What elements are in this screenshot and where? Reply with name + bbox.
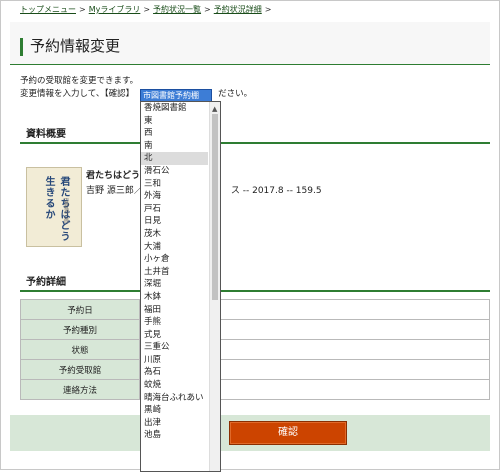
dropdown-option[interactable]: 黒崎 [141,404,208,417]
dropdown-option[interactable]: 池島 [141,429,208,442]
dropdown-option[interactable]: 南 [141,140,208,153]
dropdown-option[interactable]: 手熊 [141,316,208,329]
dropdown-option[interactable]: 出津 [141,417,208,430]
dropdown-scrollbar[interactable]: ▲ [209,102,220,471]
dropdown-option[interactable]: 外海 [141,190,208,203]
dropdown-option[interactable]: 川原 [141,354,208,367]
breadcrumb: トップメニュー > Myライブラリ > 予約状況一覧 > 予約状況詳細 > [20,4,274,15]
pickup-library-dropdown[interactable]: 香焼図書館東西南北滑石公 三和 外海 戸石 日見 茂木 大浦 小ヶ倉 土井首 深堀 木鉢 福田 手熊 式見… [140,101,221,472]
dropdown-option[interactable]: 日見 [141,215,208,228]
dropdown-option[interactable]: 北 [141,152,208,165]
dropdown-option[interactable]: 茂木 [141,228,208,241]
crumb-reservation-list[interactable]: 予約状況一覧 [153,5,201,14]
intro-text: 予約の受取館を変更できます。 変更情報を入力して、【確認】 ださい。 [20,75,252,101]
crumb-reservation-detail[interactable]: 予約状況詳細 [214,5,262,14]
book-meta-publisher: ス -- 2017.8 -- 159.5 [230,186,322,196]
dropdown-option[interactable]: 香焼図書館 [141,102,208,115]
book-meta-author: 吉野 源三郎／ [86,186,143,196]
title-accent-bar [20,38,23,56]
section-details: 予約詳細 [20,272,490,292]
dropdown-option[interactable]: 滑石公 [141,165,208,178]
dropdown-option[interactable]: 土井首 [141,266,208,279]
intro-line-2-end: ださい。 [218,89,253,99]
dropdown-option[interactable]: 大浦 [141,241,208,254]
details-table: 予約日 予約種別 状態 予約受取館 連絡方法 [20,299,490,400]
crumb-top-menu[interactable]: トップメニュー [20,5,76,14]
dropdown-option[interactable]: 福田 [141,304,208,317]
crumb-sep: > [204,5,211,14]
section-summary: 資料概要 [20,124,490,144]
section-summary-title: 資料概要 [26,129,66,140]
dropdown-option[interactable]: 式見 [141,329,208,342]
crumb-sep: > [79,5,86,14]
crumb-sep: > [264,5,272,14]
scroll-up-icon[interactable]: ▲ [212,105,217,113]
dropdown-option[interactable]: 西 [141,127,208,140]
scroll-thumb[interactable] [212,114,218,300]
intro-line-2-start: 変更情報を入力して、【確認】 [20,89,135,99]
intro-line-2: 変更情報を入力して、【確認】 ださい。 [20,88,252,101]
book-cover-author: 吉野源三郎 [63,198,69,223]
table-row: 予約日 [20,299,490,320]
confirm-button[interactable]: 確認 [229,421,347,445]
dropdown-option[interactable]: 三和 [141,178,208,191]
table-row: 予約種別 [20,319,490,340]
dropdown-option[interactable]: 蚊焼 [141,379,208,392]
book-cover-image: 君たちはどう生きるか 吉野源三郎 [26,167,82,247]
page-title: 予約情報変更 [30,37,121,55]
row-label-status: 状態 [20,339,140,360]
section-details-title: 予約詳細 [26,277,66,288]
table-row: 予約受取館 [20,359,490,380]
dropdown-option[interactable]: 晴海台ふれあい [141,392,208,405]
dropdown-option[interactable]: 東 [141,115,208,128]
crumb-my-library[interactable]: Myライブラリ [89,5,141,14]
row-label-pickup-library: 予約受取館 [20,359,140,380]
dropdown-option[interactable]: 為石 [141,366,208,379]
crumb-sep: > [143,5,151,14]
table-row: 状態 [20,339,490,360]
row-label-reservation-type: 予約種別 [20,319,140,340]
dropdown-option[interactable]: 三重公 [141,341,208,354]
dropdown-option[interactable]: 深堀 [141,278,208,291]
row-label-reservation-date: 予約日 [20,299,140,320]
dropdown-option[interactable]: 戸石 [141,203,208,216]
dropdown-option[interactable]: 小ヶ倉 [141,253,208,266]
table-row: 連絡方法 [20,379,490,400]
dropdown-option[interactable]: 木鉢 [141,291,208,304]
intro-line-1: 予約の受取館を変更できます。 [20,76,139,86]
row-label-contact-method: 連絡方法 [20,379,140,400]
